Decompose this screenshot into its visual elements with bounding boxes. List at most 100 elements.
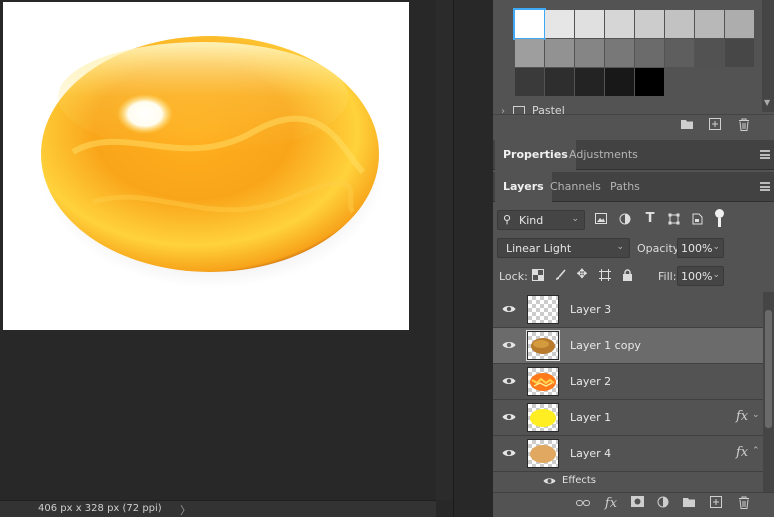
blend-mode-value: Linear Light <box>506 242 572 255</box>
layers-scrollbar[interactable] <box>763 292 774 492</box>
new-group-folder-icon[interactable] <box>681 496 697 512</box>
layer-effects-icon[interactable]: fx <box>736 409 748 424</box>
add-layer-style-icon[interactable]: fx <box>603 496 619 512</box>
layer-thumbnail[interactable] <box>527 367 559 396</box>
blend-mode-select[interactable]: Linear Light ⌄ <box>497 238 630 258</box>
color-swatch[interactable] <box>545 39 574 67</box>
link-layers-icon[interactable] <box>575 496 591 512</box>
color-swatch[interactable] <box>575 39 604 67</box>
lock-transparent-pixels-icon[interactable] <box>531 269 545 285</box>
layer-row[interactable]: Layer 2 <box>493 364 763 400</box>
color-swatch[interactable] <box>515 39 544 67</box>
document-canvas[interactable] <box>3 2 409 330</box>
layers-scrollbar-thumb[interactable] <box>765 310 772 428</box>
pixel-layer-filter-icon[interactable] <box>594 213 608 228</box>
layer-name[interactable]: Layer 2 <box>570 375 611 388</box>
new-group-folder-icon[interactable] <box>679 118 695 134</box>
color-swatch[interactable] <box>635 10 664 38</box>
opacity-value: 100% <box>681 242 713 255</box>
color-swatch[interactable] <box>545 68 574 96</box>
panel-menu-icon[interactable] <box>760 150 770 159</box>
chevron-down-icon[interactable]: ⌄ <box>712 242 720 252</box>
lock-position-icon[interactable]: ✥ <box>575 268 589 282</box>
photoshop-window: 406 px x 328 px (72 ppi) 〉 ▼ › Pastel Pr… <box>0 0 774 517</box>
eye-icon[interactable] <box>502 304 516 316</box>
tab-channels[interactable]: Channels <box>542 172 609 202</box>
opacity-input[interactable]: 100% ⌄ <box>677 238 724 258</box>
layer-row[interactable]: Layer 4 fx ⌃ <box>493 436 763 472</box>
layer-thumbnail[interactable] <box>527 295 559 324</box>
canvas-workspace[interactable] <box>0 0 436 500</box>
layer-row[interactable]: Layer 3 <box>493 292 763 328</box>
swatches-footer <box>493 114 774 138</box>
color-swatch[interactable] <box>575 10 604 38</box>
adjustment-layer-icon[interactable] <box>655 496 671 512</box>
panel-dock-gutter <box>453 0 493 517</box>
swatches-panel: ▼ › Pastel <box>493 0 774 138</box>
layer-name[interactable]: Layer 1 copy <box>570 339 641 352</box>
layers-footer: fx <box>493 492 774 517</box>
effects-visibility-icon[interactable] <box>543 476 556 489</box>
panel-menu-icon[interactable] <box>760 182 770 191</box>
fill-input[interactable]: 100% ⌄ <box>677 266 724 286</box>
trash-icon[interactable] <box>736 118 752 134</box>
color-swatch[interactable] <box>725 10 754 38</box>
chevron-down-icon[interactable]: ⌄ <box>752 410 760 420</box>
chevron-up-icon[interactable]: ⌃ <box>752 446 760 456</box>
color-swatch[interactable] <box>605 10 634 38</box>
shape-filter-icon[interactable] <box>667 213 681 229</box>
add-mask-icon[interactable] <box>629 496 645 512</box>
smart-object-filter-icon[interactable] <box>690 213 704 229</box>
trash-icon[interactable] <box>736 496 752 512</box>
eye-icon[interactable] <box>502 448 516 460</box>
orb-highlight <box>117 94 173 134</box>
color-swatch[interactable] <box>515 68 544 96</box>
color-swatch[interactable] <box>725 39 754 67</box>
adjustment-filter-icon[interactable] <box>618 213 632 229</box>
new-layer-icon[interactable] <box>708 496 724 512</box>
color-swatch[interactable] <box>605 39 634 67</box>
layer-thumbnail[interactable] <box>527 439 559 468</box>
layer-thumbnail[interactable] <box>527 403 559 432</box>
color-swatch[interactable] <box>665 10 694 38</box>
eye-icon[interactable] <box>502 340 516 352</box>
swatches-scrollbar[interactable]: ▼ <box>762 0 774 112</box>
new-swatch-icon[interactable] <box>707 118 723 134</box>
layer-name[interactable]: Layer 4 <box>570 447 611 460</box>
effects-row[interactable]: Effects <box>493 472 763 492</box>
color-swatch[interactable] <box>605 68 634 96</box>
canvas-scrollbar[interactable] <box>436 0 453 500</box>
color-swatch[interactable] <box>635 39 664 67</box>
eye-icon[interactable] <box>502 376 516 388</box>
lock-image-pixels-icon[interactable] <box>553 269 567 285</box>
color-swatch[interactable] <box>575 68 604 96</box>
tab-adjustments[interactable]: Adjustments <box>561 140 646 170</box>
filter-toggle-icon[interactable] <box>715 209 724 218</box>
layer-name[interactable]: Layer 3 <box>570 303 611 316</box>
color-swatch[interactable] <box>695 10 724 38</box>
color-swatch[interactable] <box>695 39 724 67</box>
layer-name[interactable]: Layer 1 <box>570 411 611 424</box>
layer-thumbnail[interactable] <box>526 330 560 361</box>
filter-kind-label: Kind <box>519 214 544 227</box>
chevron-down-icon[interactable]: ⌄ <box>712 270 720 280</box>
color-swatch[interactable] <box>635 68 664 96</box>
color-swatch[interactable] <box>545 10 574 38</box>
lock-artboard-icon[interactable] <box>598 269 612 285</box>
filter-kind-select[interactable]: ⚲ Kind ⌄ <box>497 210 585 230</box>
tab-paths[interactable]: Paths <box>602 172 648 202</box>
layers-tab-strip: Layers Channels Paths <box>493 172 774 202</box>
opacity-label: Opacity: <box>637 242 683 255</box>
status-arrow-icon[interactable]: 〉 <box>180 502 191 517</box>
chevron-down-icon[interactable]: ▼ <box>764 98 770 107</box>
status-bar: 406 px x 328 px (72 ppi) 〉 <box>0 500 436 517</box>
lock-all-icon[interactable] <box>620 269 634 285</box>
layer-row[interactable]: Layer 1 copy <box>493 328 763 364</box>
color-swatch[interactable] <box>665 39 694 67</box>
eye-icon[interactable] <box>502 412 516 424</box>
layer-effects-icon[interactable]: fx <box>736 445 748 460</box>
type-filter-icon[interactable]: T <box>643 212 657 226</box>
color-swatch[interactable] <box>513 8 546 40</box>
filter-toggle-stem <box>718 218 721 227</box>
layer-row[interactable]: Layer 1 fx ⌄ <box>493 400 763 436</box>
